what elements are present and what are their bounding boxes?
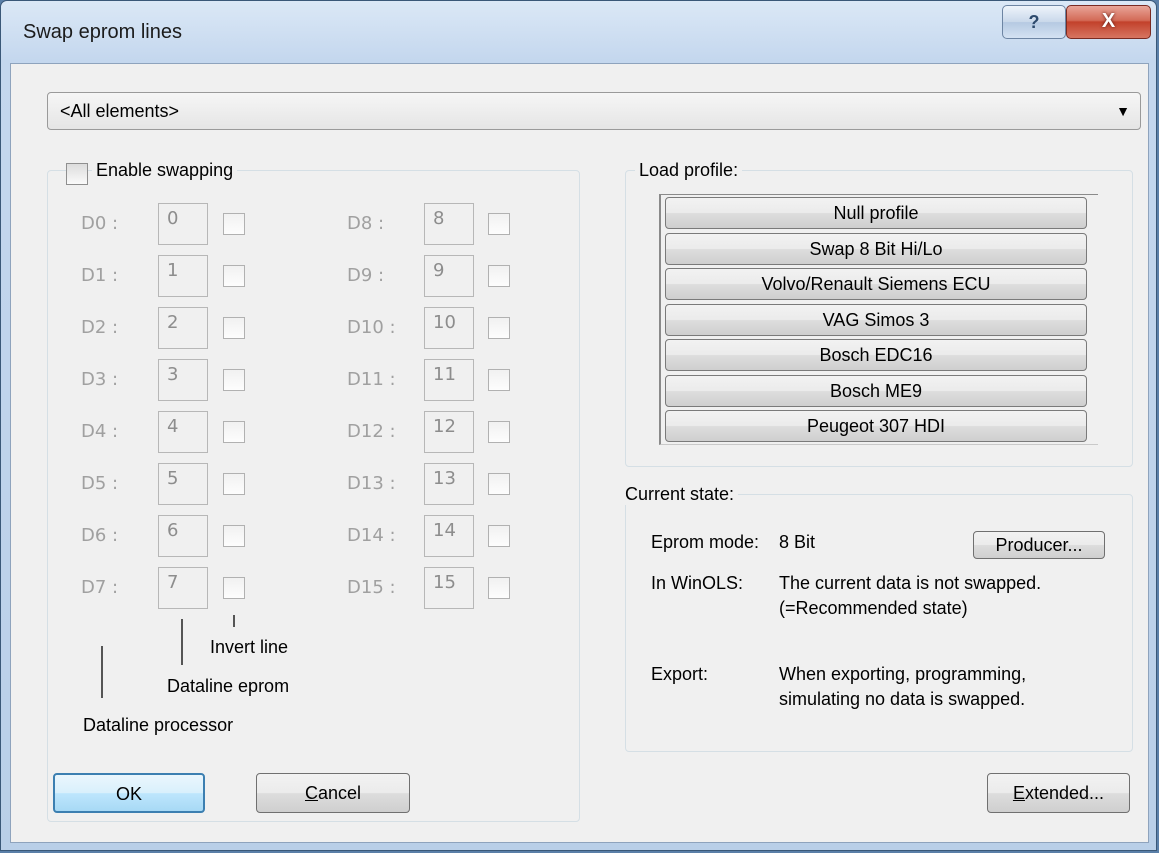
right-dataline-value-field-4[interactable]: 12 bbox=[424, 411, 474, 453]
right-dataline-value-field-2[interactable]: 10 bbox=[424, 307, 474, 349]
right-dataline-invert-checkbox-0[interactable] bbox=[488, 213, 510, 235]
right-dataline-label-1: D9 : bbox=[347, 265, 385, 286]
right-dataline-label-0: D8 : bbox=[347, 213, 385, 234]
left-dataline-label-3: D3 : bbox=[81, 369, 119, 390]
left-dataline-invert-checkbox-5[interactable] bbox=[223, 473, 245, 495]
profile-button-5[interactable]: Bosch ME9 bbox=[665, 374, 1087, 407]
right-dataline-invert-checkbox-3[interactable] bbox=[488, 369, 510, 391]
enable-swapping-label[interactable]: Enable swapping bbox=[92, 160, 238, 181]
left-dataline-label-5: D5 : bbox=[81, 473, 119, 494]
right-dataline-invert-checkbox-4[interactable] bbox=[488, 421, 510, 443]
profile-button-2[interactable]: Volvo/Renault Siemens ECU bbox=[665, 268, 1087, 300]
winols-state-line2: (=Recommended state) bbox=[779, 598, 968, 618]
close-button[interactable]: X bbox=[1066, 5, 1151, 39]
left-dataline-value-field-6[interactable]: 6 bbox=[158, 515, 208, 557]
right-dataline-value-field-1[interactable]: 9 bbox=[424, 255, 474, 297]
left-dataline-label-6: D6 : bbox=[81, 525, 119, 546]
dataline-eprom-pointer bbox=[181, 619, 183, 665]
extended-button[interactable]: Extended... bbox=[987, 773, 1130, 813]
left-dataline-invert-checkbox-3[interactable] bbox=[223, 369, 245, 391]
left-dataline-label-0: D0 : bbox=[81, 213, 119, 234]
window-title: Swap eprom lines bbox=[23, 21, 182, 43]
right-dataline-invert-checkbox-7[interactable] bbox=[488, 577, 510, 599]
right-dataline-invert-checkbox-6[interactable] bbox=[488, 525, 510, 547]
left-dataline-invert-checkbox-6[interactable] bbox=[223, 525, 245, 547]
export-state-line2: simulating no data is swapped. bbox=[779, 689, 1026, 709]
left-dataline-value-field-1[interactable]: 1 bbox=[158, 255, 208, 297]
left-dataline-invert-checkbox-4[interactable] bbox=[223, 421, 245, 443]
right-dataline-value-field-6[interactable]: 14 bbox=[424, 515, 474, 557]
dialog-window: Swap eprom lines ? X <All elements> ▼ En… bbox=[0, 0, 1157, 851]
invert-line-caption: Invert line bbox=[210, 637, 289, 657]
element-select-value: <All elements> bbox=[60, 101, 180, 121]
help-button[interactable]: ? bbox=[1002, 5, 1066, 39]
element-select-dropdown[interactable]: <All elements> ▼ bbox=[47, 92, 1141, 130]
ok-button[interactable]: OK bbox=[53, 773, 205, 813]
dataline-processor-pointer bbox=[101, 646, 103, 698]
profile-button-3[interactable]: VAG Simos 3 bbox=[665, 303, 1087, 336]
right-dataline-value-field-7[interactable]: 15 bbox=[424, 567, 474, 609]
dataline-processor-caption: Dataline processor bbox=[83, 715, 234, 735]
producer-button[interactable]: Producer... bbox=[973, 531, 1105, 559]
left-dataline-value-field-7[interactable]: 7 bbox=[158, 567, 208, 609]
right-dataline-invert-checkbox-5[interactable] bbox=[488, 473, 510, 495]
right-dataline-label-2: D10 : bbox=[347, 317, 396, 338]
right-dataline-label-6: D14 : bbox=[347, 525, 396, 546]
extended-accelerator: E bbox=[1012, 783, 1025, 803]
left-dataline-value-field-3[interactable]: 3 bbox=[158, 359, 208, 401]
left-dataline-label-2: D2 : bbox=[81, 317, 119, 338]
profile-button-4[interactable]: Bosch EDC16 bbox=[665, 339, 1087, 371]
dropdown-arrow-icon[interactable]: ▼ bbox=[1116, 103, 1130, 119]
dialog-client-area: <All elements> ▼ Enable swapping D0 : 0 D1… bbox=[10, 63, 1149, 843]
cancel-button[interactable]: Cancel bbox=[256, 773, 410, 813]
cancel-label-rest: ancel bbox=[317, 783, 362, 803]
cancel-accelerator: C bbox=[304, 783, 318, 803]
left-dataline-value-field-0[interactable]: 0 bbox=[158, 203, 208, 245]
profile-list: Null profile Swap 8 Bit Hi/Lo Volvo/Renaul… bbox=[659, 194, 1098, 445]
export-state-label: Export: bbox=[651, 664, 709, 684]
enable-swapping-checkbox[interactable] bbox=[66, 163, 88, 185]
load-profile-label: Load profile: bbox=[635, 160, 743, 181]
left-dataline-value-field-4[interactable]: 4 bbox=[158, 411, 208, 453]
profile-button-0[interactable]: Null profile bbox=[665, 197, 1087, 229]
right-dataline-value-field-3[interactable]: 11 bbox=[424, 359, 474, 401]
invert-line-pointer bbox=[233, 615, 235, 627]
left-dataline-invert-checkbox-2[interactable] bbox=[223, 317, 245, 339]
left-dataline-label-7: D7 : bbox=[81, 577, 119, 598]
left-dataline-label-4: D4 : bbox=[81, 421, 119, 442]
right-dataline-label-4: D12 : bbox=[347, 421, 396, 442]
right-dataline-invert-checkbox-1[interactable] bbox=[488, 265, 510, 287]
right-dataline-invert-checkbox-2[interactable] bbox=[488, 317, 510, 339]
current-state-label: Current state: bbox=[621, 484, 739, 505]
right-dataline-label-3: D11 : bbox=[347, 369, 396, 390]
title-bar[interactable]: Swap eprom lines ? X bbox=[1, 1, 1156, 63]
left-dataline-label-1: D1 : bbox=[81, 265, 119, 286]
winols-state-label: In WinOLS: bbox=[651, 573, 744, 593]
dataline-eprom-caption: Dataline eprom bbox=[167, 676, 290, 696]
right-dataline-value-field-5[interactable]: 13 bbox=[424, 463, 474, 505]
right-dataline-value-field-0[interactable]: 8 bbox=[424, 203, 474, 245]
left-dataline-invert-checkbox-1[interactable] bbox=[223, 265, 245, 287]
profile-button-6[interactable]: Peugeot 307 HDI bbox=[665, 410, 1087, 442]
right-dataline-label-5: D13 : bbox=[347, 473, 396, 494]
help-icon: ? bbox=[1028, 12, 1040, 32]
winols-state-line1: The current data is not swapped. bbox=[779, 573, 1042, 593]
right-dataline-label-7: D15 : bbox=[347, 577, 396, 598]
eprom-mode-value: 8 Bit bbox=[779, 532, 816, 552]
close-icon: X bbox=[1101, 10, 1116, 32]
left-dataline-value-field-5[interactable]: 5 bbox=[158, 463, 208, 505]
export-state-line1: When exporting, programming, bbox=[779, 664, 1027, 684]
profile-button-1[interactable]: Swap 8 Bit Hi/Lo bbox=[665, 232, 1087, 265]
left-dataline-value-field-2[interactable]: 2 bbox=[158, 307, 208, 349]
extended-label-rest: xtended... bbox=[1024, 783, 1105, 803]
left-dataline-invert-checkbox-0[interactable] bbox=[223, 213, 245, 235]
eprom-mode-label: Eprom mode: bbox=[651, 532, 760, 552]
left-dataline-invert-checkbox-7[interactable] bbox=[223, 577, 245, 599]
